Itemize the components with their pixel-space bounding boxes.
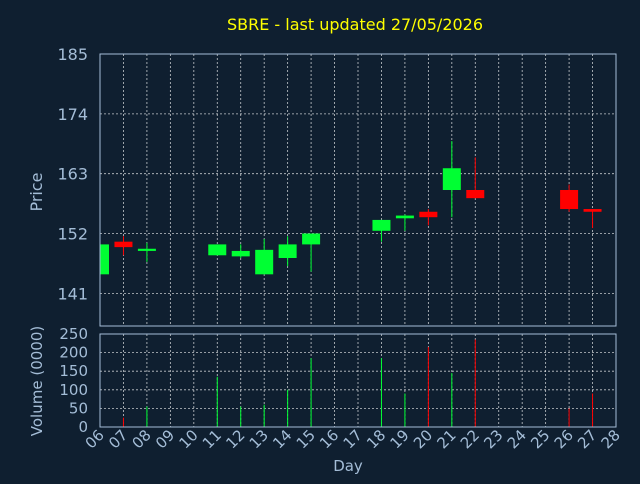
candle-body: [100, 244, 109, 275]
candlestick-series: [99, 141, 602, 275]
price-tick-label: 163: [57, 165, 88, 184]
candle-body: [583, 209, 602, 212]
day-tick-label: 07: [105, 426, 131, 452]
price-axis-label: Price: [27, 172, 46, 211]
day-tick-label: 28: [598, 426, 624, 452]
candle-body: [231, 250, 250, 257]
price-tick-label: 152: [57, 225, 88, 244]
day-tick-label: 10: [175, 426, 201, 452]
day-tick-label: 19: [387, 426, 413, 452]
day-tick-label: 18: [363, 426, 389, 452]
day-tick-label: 12: [222, 426, 248, 452]
candle-body: [419, 211, 438, 218]
volume-grid: [99, 333, 617, 428]
candle-body: [302, 233, 321, 245]
day-tick-label: 21: [433, 426, 459, 452]
day-tick-label: 13: [246, 426, 272, 452]
candle-body: [395, 215, 414, 219]
day-tick-label: 20: [410, 426, 436, 452]
candle-body: [466, 190, 485, 199]
chart-title: SBRE - last updated 27/05/2026: [227, 15, 483, 34]
day-tick-label: 11: [199, 426, 225, 452]
day-tick-label: 17: [340, 426, 366, 452]
price-tick-label: 174: [57, 105, 88, 124]
day-tick-label: 15: [293, 426, 319, 452]
candle-body: [278, 244, 297, 258]
volume-axis-label: Volume (0000): [28, 326, 46, 436]
price-tick-label: 141: [57, 284, 88, 303]
day-axis-label: Day: [333, 457, 363, 475]
candle-body: [137, 248, 156, 251]
volume-tick-label: 200: [59, 344, 88, 362]
day-tick-label: 27: [574, 426, 600, 452]
candle-body: [255, 249, 274, 275]
volume-tick-label: 150: [59, 362, 88, 380]
axes: 1411521631741850501001502002500607080910…: [57, 45, 623, 452]
day-tick-label: 14: [269, 426, 295, 452]
stock-chart: SBRE - last updated 27/05/2026 Price Vol…: [27, 15, 624, 475]
day-tick-label: 16: [316, 426, 342, 452]
price-tick-label: 185: [57, 45, 88, 64]
volume-tick-label: 50: [69, 399, 88, 417]
day-tick-label: 08: [129, 426, 155, 452]
day-tick-label: 26: [551, 426, 577, 452]
chart-root: SBRE - last updated 27/05/2026 Price Vol…: [0, 0, 640, 480]
day-tick-label: 09: [152, 426, 178, 452]
candle-body: [372, 219, 391, 231]
price-grid: [99, 53, 617, 326]
day-tick-label: 23: [480, 426, 506, 452]
day-tick-label: 25: [527, 426, 553, 452]
day-tick-label: 24: [504, 426, 530, 452]
candle-body: [442, 168, 461, 190]
candle-body: [560, 190, 579, 210]
volume-tick-label: 100: [59, 381, 88, 399]
candle-body: [208, 244, 227, 256]
volume-tick-label: 250: [59, 325, 88, 343]
candle-body: [114, 241, 133, 248]
day-tick-label: 22: [457, 426, 483, 452]
